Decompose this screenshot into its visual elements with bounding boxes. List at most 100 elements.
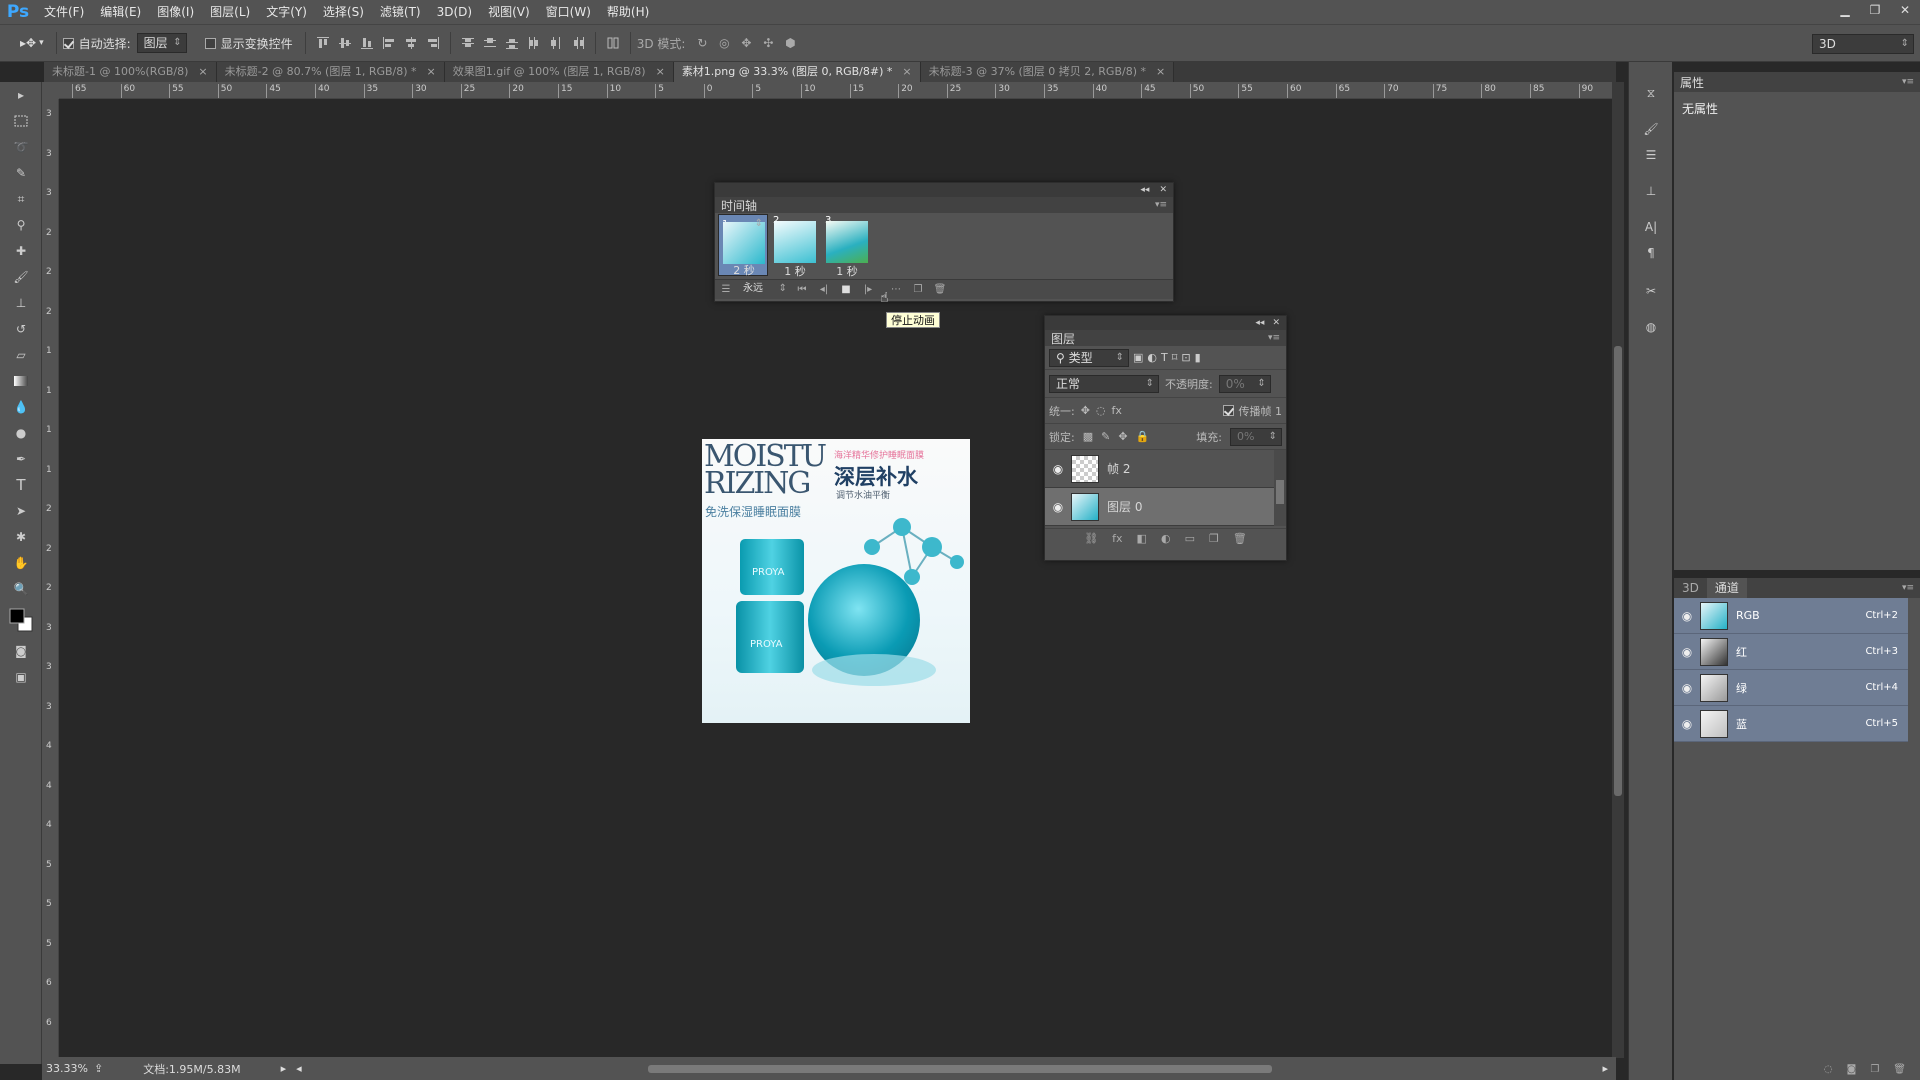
frame-1[interactable]: 1 2 秒 — [718, 214, 769, 277]
zoom-level[interactable]: 33.33% — [46, 1062, 94, 1075]
menu-item[interactable]: 编辑(E) — [92, 0, 149, 24]
frame-delay[interactable]: 2 秒 — [719, 262, 769, 277]
frame-delay[interactable]: 1 秒 — [822, 263, 872, 278]
align-right-icon[interactable] — [422, 32, 444, 54]
auto-align-icon[interactable] — [602, 32, 624, 54]
visibility-eye-icon[interactable]: ◉ — [1674, 706, 1700, 742]
timeline-menu-icon[interactable]: ▾≡ — [1155, 200, 1167, 210]
prev-frame-icon[interactable]: ◂| — [813, 279, 835, 301]
ruler-origin[interactable] — [42, 82, 59, 99]
3d-pan-icon[interactable]: ✥ — [735, 32, 757, 54]
adjustment-layer-icon[interactable]: ◐ — [1161, 532, 1171, 545]
hscroll-thumb[interactable] — [647, 1064, 1272, 1073]
opacity-input[interactable]: 0% — [1218, 374, 1271, 393]
link-layers-icon[interactable]: ⛓ — [1084, 532, 1098, 545]
menu-item[interactable]: 选择(S) — [315, 0, 372, 24]
3d-panel-icon[interactable]: ◍ — [1629, 314, 1673, 340]
status-menu-icon[interactable]: ▸ — [281, 1062, 287, 1075]
menu-item[interactable]: 窗口(W) — [538, 0, 599, 24]
layer-filter-select[interactable]: ⚲ 类型 — [1049, 348, 1129, 367]
hand-tool-icon[interactable]: ✋ — [0, 550, 42, 576]
3d-rotate-icon[interactable]: ↻ — [691, 32, 713, 54]
lock-position-icon[interactable]: ✥ — [1118, 430, 1127, 443]
fill-input[interactable]: 0% — [1230, 427, 1282, 446]
align-hcenter-icon[interactable] — [400, 32, 422, 54]
minimize-icon[interactable]: ▁ — [1830, 0, 1860, 20]
document-tab[interactable]: 效果图1.gif @ 100% (图层 1, RGB/8) × — [444, 62, 674, 82]
zoom-tool-icon[interactable]: 🔍 — [0, 576, 42, 602]
unify-position-icon[interactable]: ✥ — [1081, 404, 1090, 417]
gradient-tool-icon[interactable] — [0, 368, 42, 394]
vertical-scrollbar[interactable] — [1612, 82, 1624, 1058]
clone-source-icon[interactable]: ⊥ — [1629, 178, 1673, 204]
path-select-tool-icon[interactable]: ➤ — [0, 498, 42, 524]
document-tab[interactable]: 素材1.png @ 33.3% (图层 0, RGB/8#) * × — [673, 62, 921, 82]
collapse-icon[interactable]: ◂◂ — [1255, 318, 1264, 328]
dodge-tool-icon[interactable]: ● — [0, 420, 42, 446]
delete-layer-icon[interactable]: 🗑 — [1233, 532, 1247, 545]
align-left-icon[interactable] — [378, 32, 400, 54]
channel-red[interactable]: ◉ 红 Ctrl+3 — [1674, 634, 1908, 670]
tab-close-icon[interactable]: × — [902, 62, 911, 82]
adjustments-panel-icon[interactable]: ☰ — [1629, 142, 1673, 168]
distribute-right-icon[interactable] — [567, 32, 589, 54]
scroll-right-icon[interactable]: ▸ — [1602, 1062, 1608, 1075]
visibility-eye-icon[interactable]: ◉ — [1674, 670, 1700, 706]
tool-presets-icon[interactable]: ✂ — [1629, 278, 1673, 304]
menu-item[interactable]: 文字(Y) — [258, 0, 315, 24]
filter-toggle-icon[interactable]: ▮ — [1195, 351, 1201, 364]
layer-style-icon[interactable]: fx — [1112, 532, 1122, 545]
document-tab[interactable]: 未标题-2 @ 80.7% (图层 1, RGB/8) * × — [216, 62, 445, 82]
duplicate-frame-icon[interactable]: ❐ — [907, 279, 929, 301]
lock-pixels-icon[interactable]: ✎ — [1101, 430, 1110, 443]
document-image[interactable]: MOISTU RIZING 海洋精华修护睡眠面膜 深层补水 调节水油平衡 免洗保… — [702, 439, 970, 723]
workspace-select[interactable]: 3D — [1812, 34, 1914, 54]
align-top-icon[interactable] — [312, 32, 334, 54]
pen-tool-icon[interactable]: ✒ — [0, 446, 42, 472]
quick-mask-icon[interactable]: ◙ — [0, 638, 42, 664]
3d-roll-icon[interactable]: ◎ — [713, 32, 735, 54]
channels-menu-icon[interactable]: ▾≡ — [1902, 583, 1914, 593]
timeline-close-icon[interactable]: ✕ — [1159, 185, 1167, 195]
load-selection-icon[interactable]: ◌ — [1824, 1064, 1833, 1080]
layer-mask-icon[interactable]: ◧ — [1137, 532, 1147, 545]
frame-3[interactable]: 3 1 秒 — [822, 214, 872, 278]
share-icon[interactable]: ⇪ — [94, 1062, 103, 1075]
show-transform-checkbox[interactable]: 显示变换控件 — [204, 31, 293, 55]
collapse-icon[interactable]: ◂◂ — [1140, 185, 1149, 195]
layers-close-icon[interactable]: ✕ — [1272, 318, 1280, 328]
stop-animation-icon[interactable]: ■ — [835, 279, 857, 301]
healing-brush-tool-icon[interactable]: ✚ — [0, 238, 42, 264]
type-tool-icon[interactable]: T — [0, 472, 42, 498]
channel-rgb[interactable]: ◉ RGB Ctrl+2 — [1674, 598, 1908, 634]
layer-name[interactable]: 图层 0 — [1107, 498, 1142, 515]
tab-close-icon[interactable]: × — [198, 62, 207, 82]
first-frame-icon[interactable]: ⏮ — [791, 279, 813, 301]
auto-select-checkbox[interactable]: 自动选择: — [62, 31, 131, 55]
move-tool-preset[interactable]: ▸✥ ▾ — [20, 31, 44, 55]
properties-title[interactable]: 属性 — [1680, 74, 1704, 91]
blend-mode-select[interactable]: 正常 — [1049, 374, 1159, 393]
layers-scrollbar[interactable] — [1274, 450, 1286, 526]
new-channel-icon[interactable]: ❐ — [1870, 1064, 1879, 1080]
crop-tool-icon[interactable]: ⌗ — [0, 186, 42, 212]
distribute-top-icon[interactable] — [457, 32, 479, 54]
channel-green[interactable]: ◉ 绿 Ctrl+4 — [1674, 670, 1908, 706]
shape-tool-icon[interactable]: ✱ — [0, 524, 42, 550]
scroll-left-icon[interactable]: ◂ — [296, 1062, 302, 1075]
tab-close-icon[interactable]: × — [427, 62, 436, 82]
eyedropper-tool-icon[interactable]: ⚲ — [0, 212, 42, 238]
channel-blue[interactable]: ◉ 蓝 Ctrl+5 — [1674, 706, 1908, 742]
delete-channel-icon[interactable]: 🗑 — [1893, 1064, 1906, 1080]
menu-item[interactable]: 图层(L) — [202, 0, 258, 24]
tab-close-icon[interactable]: × — [656, 62, 665, 82]
lock-transparent-icon[interactable]: ▩ — [1083, 430, 1093, 443]
visibility-eye-icon[interactable]: ◉ — [1045, 451, 1071, 487]
visibility-eye-icon[interactable]: ◉ — [1674, 634, 1700, 670]
clone-stamp-tool-icon[interactable]: ⊥ — [0, 290, 42, 316]
menu-item[interactable]: 3D(D) — [429, 0, 480, 24]
eraser-tool-icon[interactable]: ▱ — [0, 342, 42, 368]
visibility-eye-icon[interactable]: ◉ — [1674, 598, 1700, 634]
restore-icon[interactable]: ❐ — [1860, 0, 1890, 20]
document-tab[interactable]: 未标题-3 @ 37% (图层 0 拷贝 2, RGB/8) * × — [920, 62, 1175, 82]
